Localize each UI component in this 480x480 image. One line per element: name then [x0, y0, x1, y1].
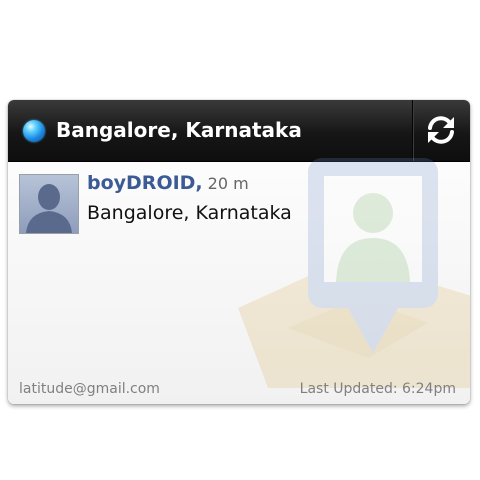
time-ago: 20 m [207, 174, 249, 193]
user-location: Bangalore, Karnataka [87, 202, 292, 224]
footer-email: latitude@gmail.com [19, 381, 160, 397]
widget-header: Bangalore, Karnataka [8, 100, 470, 162]
person-silhouette-icon [26, 184, 72, 233]
refresh-icon [428, 116, 454, 144]
user-name[interactable]: boyDROID, [87, 172, 203, 194]
blue-orb-icon [23, 120, 45, 142]
name-line: boyDROID, 20 m [87, 172, 249, 194]
header-title: Bangalore, Karnataka [56, 118, 302, 142]
last-updated: Last Updated: 6:24pm [299, 381, 456, 397]
latitude-widget[interactable]: Bangalore, Karnataka boyDROID, 20 m Banga… [8, 100, 470, 404]
avatar[interactable] [19, 174, 79, 234]
refresh-button[interactable] [413, 100, 470, 161]
map-pin-watermark-icon [238, 158, 470, 388]
